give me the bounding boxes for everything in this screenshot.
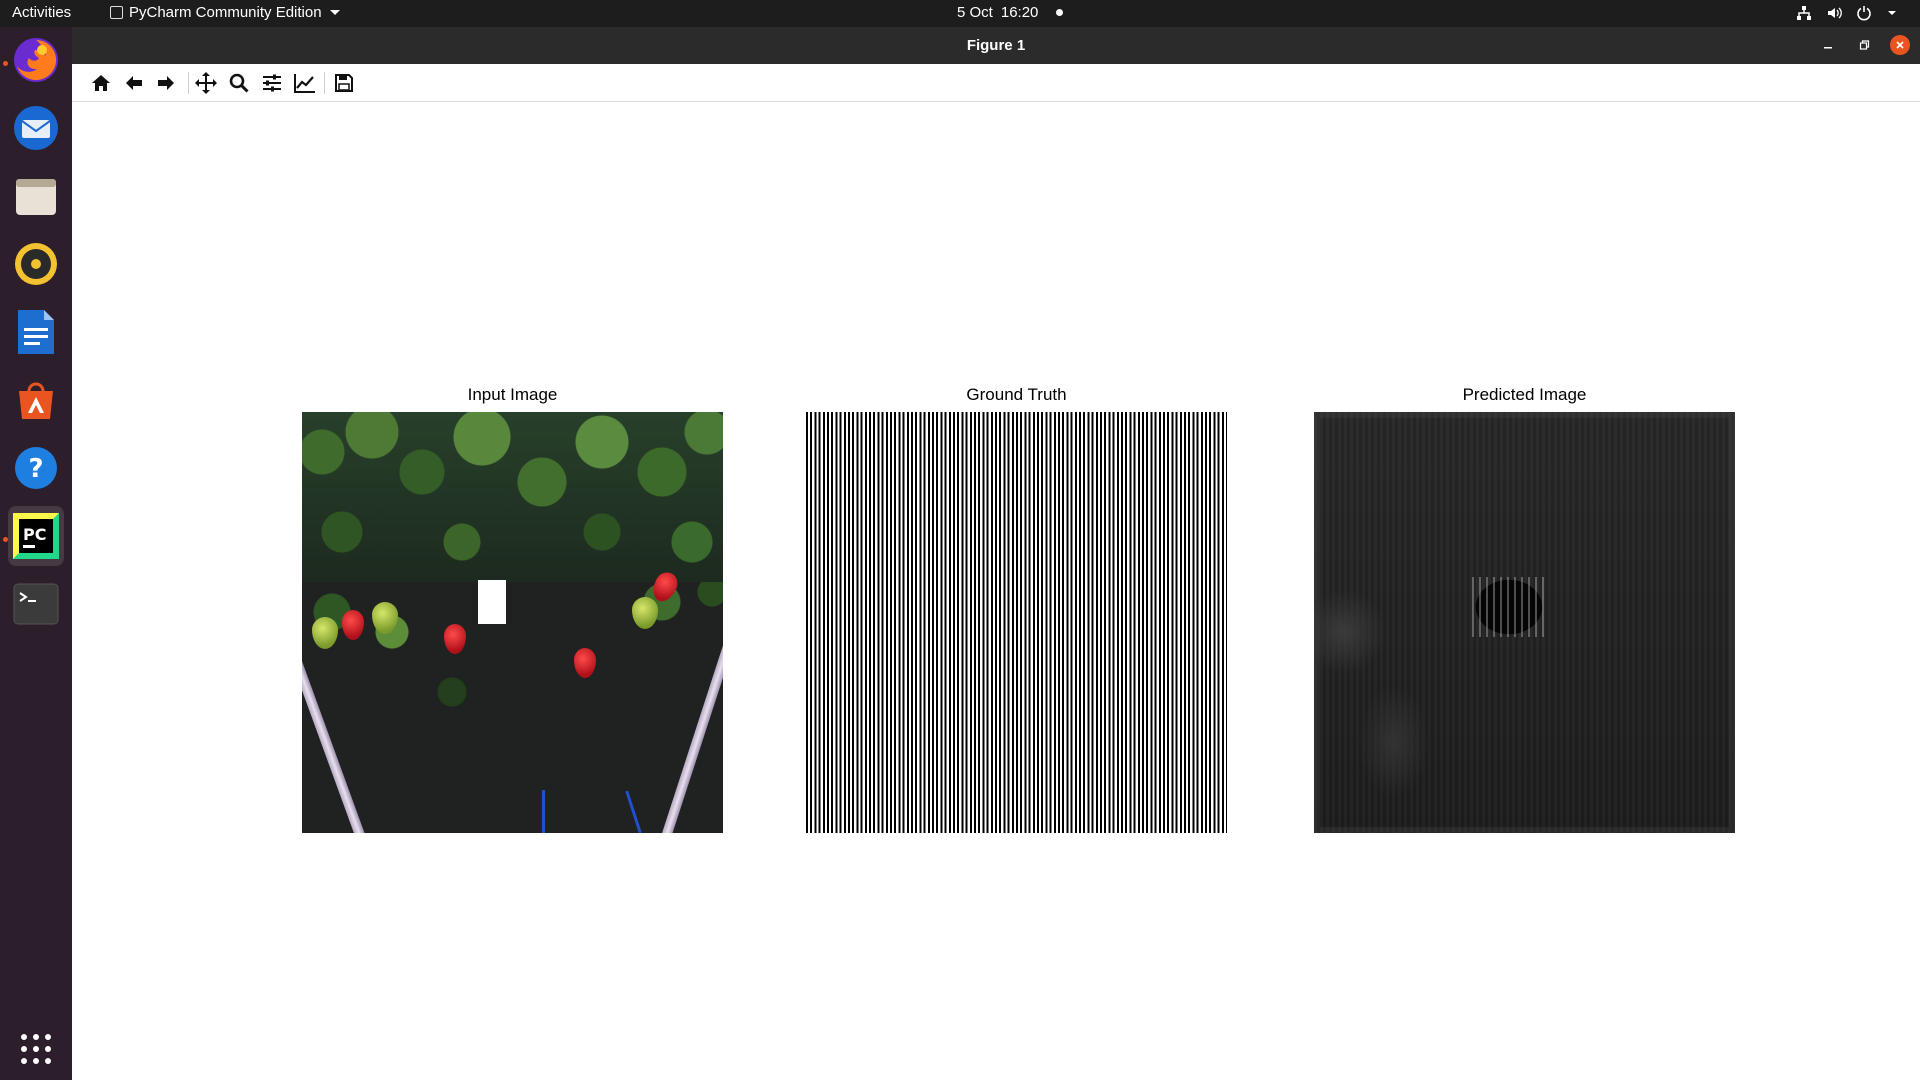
toolbar-separator: [188, 72, 189, 94]
save-button[interactable]: [331, 70, 357, 96]
power-icon: [1857, 6, 1871, 21]
pycharm-icon: PC: [13, 513, 59, 559]
blue-marker: [625, 790, 642, 833]
ubuntu-software-icon: [19, 382, 53, 419]
pan-icon: [195, 72, 217, 94]
activities-button[interactable]: Activities: [12, 4, 71, 21]
dock-software[interactable]: [8, 370, 64, 430]
svg-text:?: ?: [28, 454, 43, 484]
app-icon: [110, 6, 123, 19]
rhythmbox-icon: [15, 243, 57, 285]
show-applications-icon: [21, 1034, 51, 1064]
app-menu[interactable]: PyCharm Community Edition: [110, 4, 340, 21]
home-icon: [92, 75, 110, 91]
dock: ? PC: [0, 27, 72, 1080]
dock-firefox[interactable]: [8, 30, 64, 90]
predicted-border-artifact: [1314, 412, 1735, 833]
edit-axis-icon: [294, 74, 315, 93]
clock[interactable]: 5 Oct 16:20: [957, 4, 1064, 21]
dock-pycharm[interactable]: PC: [8, 506, 64, 566]
system-tray[interactable]: [1796, 5, 1898, 21]
figure-window: Figure 1 Input Image Ground Truth Predic…: [72, 27, 1920, 1080]
matplotlib-toolbar: [72, 64, 1920, 102]
window-controls: [1818, 35, 1910, 55]
window-title: Figure 1: [966, 37, 1026, 54]
edit-axis-button[interactable]: [292, 70, 318, 96]
dock-files[interactable]: [8, 166, 64, 226]
close-button[interactable]: [1890, 35, 1910, 55]
chevron-down-icon: [1888, 11, 1896, 15]
volume-icon: [1828, 7, 1842, 19]
minimize-icon: [1824, 47, 1832, 49]
dock-thunderbird[interactable]: [8, 98, 64, 158]
libreoffice-writer-icon: [18, 310, 54, 354]
back-icon: [126, 76, 142, 90]
forward-icon: [158, 76, 174, 90]
input-image: [302, 412, 723, 833]
dock-terminal[interactable]: [8, 574, 64, 634]
save-icon: [335, 74, 353, 92]
blue-marker: [542, 790, 545, 833]
pan-button[interactable]: [193, 70, 219, 96]
predicted-image: [1314, 412, 1735, 833]
top-bar: Activities PyCharm Community Edition 5 O…: [0, 0, 1920, 27]
chevron-down-icon: [329, 10, 340, 15]
figure-canvas[interactable]: Input Image Ground Truth Predicted Image: [72, 102, 1920, 1080]
toolbar-separator: [324, 72, 325, 94]
thunderbird-icon: [14, 106, 58, 150]
panel-title-ground-truth: Ground Truth: [966, 385, 1067, 404]
zoom-icon: [229, 73, 249, 93]
terminal-icon: [13, 583, 59, 625]
dock-rhythmbox[interactable]: [8, 234, 64, 294]
white-mask-rectangle: [478, 580, 506, 624]
clock-time: 16:20: [1000, 4, 1039, 21]
configure-subplots-button[interactable]: [259, 70, 285, 96]
app-menu-label: PyCharm Community Edition: [129, 4, 322, 21]
files-icon: [16, 179, 56, 215]
clock-date: 5 Oct: [957, 4, 993, 21]
network-icon: [1797, 6, 1811, 20]
back-button[interactable]: [121, 70, 147, 96]
zoom-button[interactable]: [226, 70, 252, 96]
home-button[interactable]: [88, 70, 114, 96]
panel-title-input: Input Image: [467, 385, 558, 404]
dock-show-apps[interactable]: [8, 1019, 64, 1079]
minimize-button[interactable]: [1818, 35, 1838, 55]
forward-button[interactable]: [153, 70, 179, 96]
foliage-region: [302, 412, 723, 582]
help-icon: ?: [15, 447, 57, 489]
dock-help[interactable]: ?: [8, 438, 64, 498]
restore-button[interactable]: [1854, 35, 1874, 55]
panel-title-predicted: Predicted Image: [1462, 385, 1587, 404]
configure-subplots-icon: [263, 74, 281, 92]
dock-writer[interactable]: [8, 302, 64, 362]
notification-dot-icon: [1056, 9, 1064, 16]
ground-truth-image: [806, 412, 1227, 833]
close-icon: [1896, 41, 1904, 49]
svg-text:PC: PC: [23, 525, 46, 544]
firefox-icon: [14, 38, 58, 82]
window-titlebar[interactable]: Figure 1: [72, 27, 1920, 64]
restore-icon: [1859, 40, 1870, 50]
foliage-region: [302, 582, 723, 722]
